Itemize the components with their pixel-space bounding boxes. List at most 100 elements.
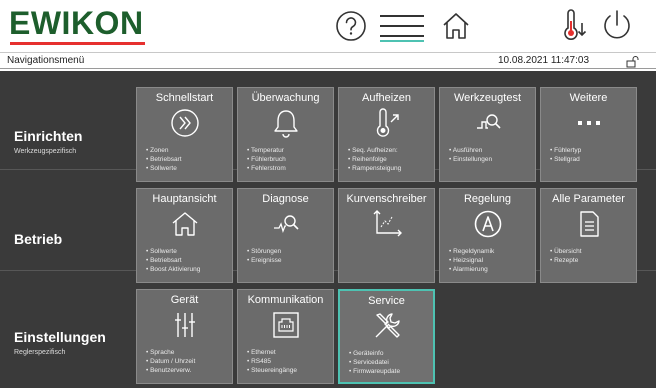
sliders-icon <box>137 310 232 340</box>
list-item: Boost Aktivierung <box>146 265 200 274</box>
brand-logo: EWIKON <box>9 5 144 41</box>
tile-items: Ethernet RS485 Steuereingänge <box>247 348 297 375</box>
list-item: Firmwareupdate <box>349 367 400 376</box>
list-item: Sollwerte <box>146 164 182 173</box>
list-item: Rampensteigung <box>348 164 401 173</box>
more-dots-icon <box>541 108 636 138</box>
tile-items: Übersicht Rezepte <box>550 247 582 265</box>
row-subtitle: Werkzeugspezifisch <box>14 148 77 155</box>
tile-title: Kommunikation <box>247 294 324 306</box>
page-title: Navigationsmenü <box>7 55 85 66</box>
tile-geraet[interactable]: Gerät Sprache Datum / Uhrzeit Benutzerve… <box>136 289 233 384</box>
tile-items: Zonen Betriebsart Sollwerte <box>146 146 182 173</box>
tools-icon <box>340 311 433 341</box>
list-item: Regeldynamik <box>449 247 494 256</box>
list-item: Betriebsart <box>146 155 181 164</box>
power-icon[interactable] <box>600 8 634 42</box>
tile-items: Störungen Ereignisse <box>247 247 281 265</box>
tile-items: Geräteinfo Servicedatei Firmwareupdate <box>349 349 400 376</box>
row-label-einstellungen: Einstellungen Reglerspezifisch <box>14 329 106 356</box>
tile-title: Werkzeugtest <box>453 92 522 104</box>
list-item: Ereignisse <box>247 256 281 265</box>
tile-weitere[interactable]: Weitere Fühlertyp Stellgrad <box>540 87 637 182</box>
list-item: Sprache <box>146 348 195 357</box>
list-item: Fehlerstrom <box>247 164 286 173</box>
list-item: Fühlertyp <box>550 146 581 155</box>
list-item: RS485 <box>247 357 297 366</box>
help-icon[interactable] <box>334 9 368 43</box>
list-item: Betriebsart <box>146 256 200 265</box>
tile-regelung[interactable]: Regelung Regeldynamik Heizsignal Alarmie… <box>439 188 536 283</box>
list-item: Alarmierung <box>449 265 494 274</box>
header: EWIKON <box>0 0 656 52</box>
tile-title: Service <box>368 295 405 307</box>
document-icon <box>541 209 636 239</box>
fast-forward-circle-icon <box>137 108 232 138</box>
menu-icon[interactable] <box>380 12 424 42</box>
tile-service[interactable]: Service Geräteinfo Servicedatei Firmware… <box>338 289 435 384</box>
auto-circle-icon <box>440 209 535 239</box>
ethernet-port-icon <box>238 310 333 340</box>
list-item: Ausführen <box>449 146 492 155</box>
tile-title: Gerät <box>170 294 199 306</box>
tile-title: Überwachung <box>251 92 320 104</box>
list-item: Geräteinfo <box>349 349 400 358</box>
tile-items: Temperatur Fühlerbruch Fehlerstrom <box>247 146 286 173</box>
home-icon[interactable] <box>440 10 472 42</box>
list-item: Ethernet <box>247 348 297 357</box>
tile-items: Sollwerte Betriebsart Boost Aktivierung <box>146 247 200 274</box>
tile-diagnose[interactable]: Diagnose Störungen Ereignisse <box>237 188 334 283</box>
tile-items: Seq. Aufheizen: Reihenfolge Rampensteigu… <box>348 146 401 173</box>
tile-title: Hauptansicht <box>152 193 217 205</box>
list-item: Reihenfolge <box>348 155 401 164</box>
row-subtitle: Reglerspezifisch <box>14 349 66 356</box>
list-item: Sollwerte <box>146 247 200 256</box>
home-icon <box>137 209 232 239</box>
list-item: Zonen <box>146 146 182 155</box>
list-item: Fühlerbruch <box>247 155 286 164</box>
row-title: Einrichten <box>14 128 83 144</box>
tile-hauptansicht[interactable]: Hauptansicht Sollwerte Betriebsart Boost… <box>136 188 233 283</box>
tile-title: Alle Parameter <box>552 193 625 205</box>
tile-kurvenschreiber[interactable]: Kurvenschreiber <box>338 188 435 283</box>
tile-schnellstart[interactable]: Schnellstart Zonen Betriebsart Sollwerte <box>136 87 233 182</box>
tile-title: Regelung <box>463 193 512 205</box>
chart-recorder-icon <box>339 209 434 239</box>
list-item: Seq. Aufheizen: <box>348 146 401 155</box>
list-item: Benutzerverw. <box>146 366 195 375</box>
tile-werkzeugtest[interactable]: Werkzeugtest Ausführen Einstellungen <box>439 87 536 182</box>
list-item: Einstellungen <box>449 155 492 164</box>
tile-title: Diagnose <box>262 193 309 205</box>
status-bar: Navigationsmenü 10.08.2021 11:47:03 <box>0 53 656 69</box>
bell-icon <box>238 108 333 138</box>
tile-ueberwachung[interactable]: Überwachung Temperatur Fühlerbruch Fehle… <box>237 87 334 182</box>
diagnosis-search-icon <box>238 209 333 239</box>
tile-items: Sprache Datum / Uhrzeit Benutzerverw. <box>146 348 195 375</box>
tile-items: Fühlertyp Stellgrad <box>550 146 581 164</box>
tile-aufheizen[interactable]: Aufheizen Seq. Aufheizen: Reihenfolge Ra… <box>338 87 435 182</box>
datetime: 10.08.2021 11:47:03 <box>498 55 590 66</box>
tile-title: Aufheizen <box>362 92 411 104</box>
navigation-grid: Einrichten Werkzeugspezifisch Schnellsta… <box>0 71 656 388</box>
row-label-einrichten: Einrichten Werkzeugspezifisch <box>14 128 82 155</box>
brand-underline <box>10 42 145 45</box>
tile-title: Weitere <box>569 92 608 104</box>
tile-items: Ausführen Einstellungen <box>449 146 492 164</box>
list-item: Rezepte <box>550 256 582 265</box>
row-title: Betrieb <box>14 231 63 247</box>
list-item: Datum / Uhrzeit <box>146 357 195 366</box>
row-label-betrieb: Betrieb <box>14 231 62 247</box>
tile-alle-parameter[interactable]: Alle Parameter Übersicht Rezepte <box>540 188 637 283</box>
list-item: Steuereingänge <box>247 366 297 375</box>
row-title: Einstellungen <box>14 329 106 345</box>
list-item: Störungen <box>247 247 281 256</box>
thermometer-up-icon <box>339 108 434 138</box>
list-item: Servicedatei <box>349 358 400 367</box>
signal-search-icon <box>440 108 535 138</box>
tile-kommunikation[interactable]: Kommunikation Ethernet RS485 Steuereingä… <box>237 289 334 384</box>
list-item: Temperatur <box>247 146 286 155</box>
list-item: Heizsignal <box>449 256 494 265</box>
tile-items: Regeldynamik Heizsignal Alarmierung <box>449 247 495 274</box>
tile-title: Kurvenschreiber <box>346 193 427 205</box>
temperature-down-icon[interactable] <box>560 9 590 43</box>
